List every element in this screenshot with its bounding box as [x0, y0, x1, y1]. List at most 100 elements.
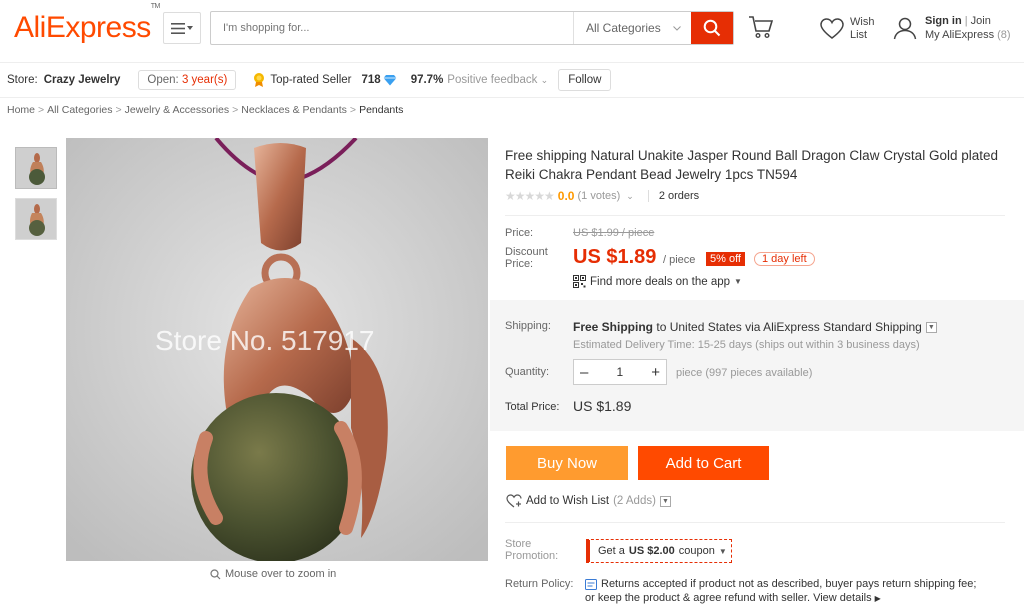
shipping-label: Shipping:: [505, 320, 551, 332]
follow-button[interactable]: Follow: [558, 69, 612, 91]
votes-link[interactable]: (1 votes): [577, 190, 620, 202]
search-input[interactable]: [211, 12, 573, 44]
caret-right-icon: ▶: [874, 594, 881, 603]
top-rated-badge: Top-rated Seller: [252, 72, 352, 88]
my-account-label: My AliExpress: [925, 29, 995, 41]
product-info: Free shipping Natural Unakite Jasper Rou…: [505, 146, 1005, 203]
search-icon: [703, 19, 721, 37]
rating-value: 0.0: [557, 189, 575, 203]
product-thumbnail-1[interactable]: [15, 147, 57, 189]
magnifier-icon: [210, 568, 221, 579]
account-text: Sign in | Join My AliExpress (8): [925, 15, 1011, 42]
store-promotion-label: Store Promotion:: [505, 538, 558, 562]
top-rated-text: Top-rated Seller: [270, 74, 352, 86]
qr-code-icon: [573, 275, 586, 288]
heart-icon: [820, 18, 844, 39]
quantity-label: Quantity:: [505, 366, 550, 378]
zoom-hint-text: Mouse over to zoom in: [225, 568, 337, 580]
wish-line-1: Wish: [850, 16, 875, 28]
product-main-image[interactable]: Store No. 517917: [66, 138, 488, 561]
store-coupon[interactable]: Get a US $2.00 coupon ▼: [586, 539, 732, 563]
zoom-hint: Mouse over to zoom in: [210, 568, 336, 580]
store-open-badge: Open: 3 year(s): [138, 70, 237, 90]
per-piece-label: / piece: [663, 254, 696, 266]
return-policy-icon: [585, 579, 597, 590]
wish-list-label: Add to Wish List: [526, 495, 610, 507]
buy-now-button[interactable]: Buy Now: [506, 446, 628, 480]
breadcrumb-jewelry[interactable]: Jewelry & Accessories: [125, 104, 229, 116]
view-details-link[interactable]: View details: [813, 592, 872, 604]
search-button[interactable]: [691, 12, 733, 44]
app-deals-link[interactable]: Find more deals on the app ▼: [573, 275, 742, 288]
aliexpress-logo[interactable]: AliExpressTM: [14, 3, 160, 45]
price-label: Price:: [505, 227, 534, 239]
join-link[interactable]: Join: [971, 15, 991, 27]
store-name-link[interactable]: Crazy Jewelry: [44, 74, 121, 86]
category-select-value: All Categories: [586, 21, 661, 35]
caret-down-icon: [187, 26, 193, 30]
breadcrumb-necklaces[interactable]: Necklaces & Pendants: [241, 104, 347, 116]
caret-down-icon: ▼: [734, 277, 742, 286]
time-left-badge: 1 day left: [754, 252, 815, 266]
shipping-method[interactable]: Free Shipping to United States via AliEx…: [573, 320, 937, 334]
app-deals-text: Find more deals on the app: [590, 275, 731, 288]
chevron-down-icon: ⌄: [540, 75, 549, 85]
cart-button[interactable]: [748, 15, 774, 42]
quantity-increase-button[interactable]: +: [651, 364, 660, 381]
open-years: 3 year(s): [181, 74, 228, 86]
wish-list-count: (2 Adds): [613, 495, 656, 507]
cart-icon: [749, 16, 774, 39]
chevron-down-icon[interactable]: ⌄: [626, 191, 634, 202]
discount-price-label: Discount Price:: [505, 246, 548, 270]
breadcrumb-home[interactable]: Home: [7, 104, 35, 116]
delivery-estimate: Estimated Delivery Time: 15-25 days (shi…: [573, 339, 920, 351]
seller-score: 718: [361, 74, 381, 86]
search-bar: All Categories: [210, 11, 734, 45]
caret-down-icon: ▼: [718, 546, 727, 556]
store-label: Store:: [7, 74, 38, 86]
shipping-dropdown-icon[interactable]: ▼: [925, 321, 937, 333]
logo-text: AliExpress: [14, 11, 151, 44]
wish-list-link[interactable]: Wish List: [820, 16, 874, 42]
wish-list-text: Wish List: [850, 16, 874, 42]
add-to-wish-list-link[interactable]: Add to Wish List (2 Adds) ▼: [506, 494, 671, 508]
user-icon: [893, 17, 917, 40]
divider: [505, 215, 1005, 216]
free-shipping-text: Free Shipping: [573, 320, 654, 334]
product-thumbnail-2[interactable]: [15, 198, 57, 240]
promo-label-line-2: Promotion:: [505, 550, 559, 562]
pendant-thumbnail-image: [16, 199, 56, 239]
positive-feedback[interactable]: 97.7% Positive feedback ⌄: [411, 74, 549, 86]
sign-in-link[interactable]: Sign in: [925, 15, 962, 27]
chevron-down-icon: [673, 25, 681, 31]
return-policy-label: Return Policy:: [505, 578, 574, 590]
pendant-image: Store No. 517917: [66, 138, 488, 561]
return-policy-line-2: or keep the product & agree refund with …: [585, 592, 811, 604]
store-bar: Store: Crazy Jewelry Open: 3 year(s) Top…: [0, 62, 1024, 98]
discount-label-line-1: Discount: [505, 246, 548, 258]
quantity-available: piece (997 pieces available): [676, 367, 813, 379]
coupon-suffix: coupon: [678, 545, 715, 557]
heart-plus-icon: [506, 494, 522, 508]
quantity-value[interactable]: 1: [616, 365, 623, 379]
category-menu-button[interactable]: [163, 12, 201, 44]
logo-tm: TM: [150, 3, 161, 10]
pendant-thumbnail-image: [16, 148, 56, 188]
return-policy-line-1: Returns accepted if product not as descr…: [601, 578, 977, 590]
breadcrumb-all-categories[interactable]: All Categories: [47, 104, 112, 116]
divider: [505, 522, 1005, 523]
wish-line-2: List: [850, 29, 868, 41]
breadcrumb: Home > All Categories > Jewelry & Accessorie…: [7, 104, 404, 116]
medal-icon: [254, 73, 265, 87]
breadcrumb-pendants[interactable]: Pendants: [359, 104, 403, 116]
add-to-cart-button[interactable]: Add to Cart: [638, 446, 769, 480]
header: AliExpressTM All Categories Wish List Si…: [0, 0, 1024, 60]
promo-label-line-1: Store: [505, 538, 532, 550]
chevron-down-icon[interactable]: ▼: [659, 495, 671, 507]
coupon-prefix: Get a: [598, 545, 625, 557]
total-price-label: Total Price:: [505, 401, 560, 413]
quantity-decrease-button[interactable]: –: [580, 364, 588, 381]
total-price-value: US $1.89: [573, 398, 632, 414]
category-select[interactable]: All Categories: [573, 12, 691, 44]
my-account-link[interactable]: My AliExpress (8): [925, 28, 1011, 42]
